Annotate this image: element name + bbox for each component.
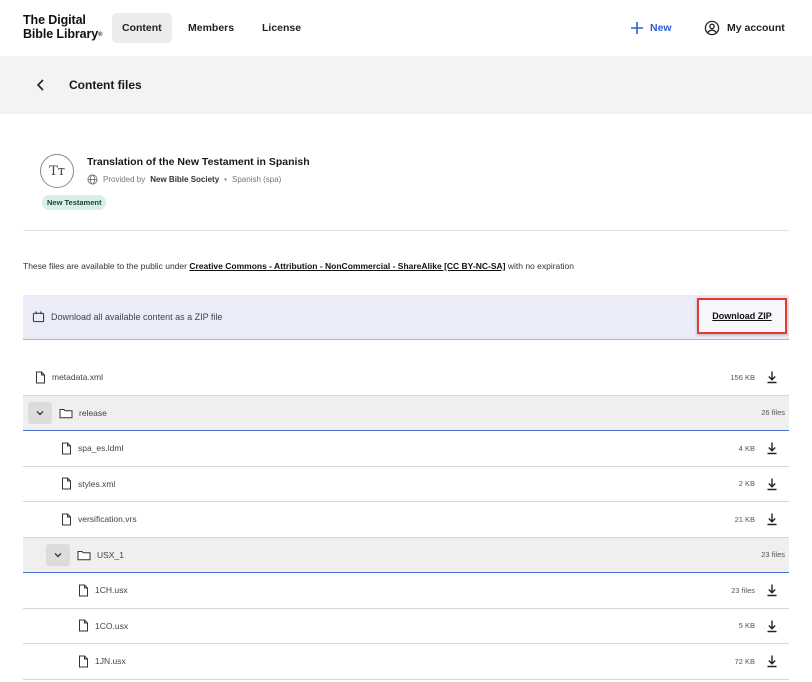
- file-row[interactable]: spa_es.ldml 4 KB: [23, 431, 789, 467]
- download-icon[interactable]: [765, 583, 779, 597]
- tab-content[interactable]: Content: [112, 13, 172, 43]
- file-size: 23 files: [731, 585, 755, 595]
- download-icon[interactable]: [765, 654, 779, 668]
- folder-name-group: USX_1: [77, 549, 124, 561]
- download-icon[interactable]: [765, 477, 779, 491]
- file-icon: [36, 371, 45, 384]
- folder-name: USX_1: [97, 549, 124, 560]
- file-name-group: metadata.xml: [35, 371, 103, 384]
- license-link[interactable]: Creative Commons - Attribution - NonComm…: [189, 261, 505, 271]
- publication-meta: Provided by New Bible Society • Spanish …: [87, 174, 281, 185]
- chevron-left-icon[interactable]: [33, 77, 49, 93]
- file-size: 21 KB: [734, 514, 755, 524]
- new-button[interactable]: New: [630, 18, 672, 38]
- file-row[interactable]: styles.xml 2 KB: [23, 467, 789, 502]
- folder-name-group: release: [59, 407, 107, 419]
- language-label: Spanish (spa): [231, 175, 282, 184]
- file-name[interactable]: 1CO.usx: [95, 621, 128, 631]
- license-notice: These files are available to the public …: [23, 261, 574, 271]
- chevron-down-icon: [36, 410, 44, 416]
- file-icon: [79, 584, 88, 597]
- download-icon[interactable]: [765, 370, 779, 384]
- meta-separator: •: [224, 175, 227, 184]
- file-size: 4 KB: [738, 443, 755, 453]
- file-icon: [62, 477, 71, 490]
- file-name-group: 1CO.usx: [78, 619, 128, 632]
- file-name[interactable]: 1JN.usx: [95, 656, 126, 666]
- file-row[interactable]: 1CO.usx 5 KB: [23, 609, 789, 644]
- top-nav: The Digital Bible Library® Content Membe…: [0, 0, 812, 56]
- plus-icon: [631, 22, 643, 34]
- file-name[interactable]: styles.xml: [78, 479, 115, 489]
- file-name-group: spa_es.ldml: [61, 442, 123, 455]
- provided-by-label: Provided by: [103, 175, 146, 184]
- file-name[interactable]: 1CH.usx: [95, 585, 128, 595]
- folder-toggle[interactable]: [46, 543, 70, 566]
- download-all-bar: Download all available content as a ZIP …: [23, 295, 789, 340]
- provider-name: New Bible Society: [150, 175, 220, 184]
- file-name[interactable]: versification.vrs: [78, 514, 137, 524]
- file-list: metadata.xml 156 KB release 26 files spa_es.…: [23, 360, 789, 680]
- tab-license[interactable]: License: [252, 13, 311, 43]
- file-name[interactable]: spa_es.ldml: [78, 443, 123, 453]
- file-name-group: 1CH.usx: [78, 584, 128, 597]
- file-name-group: 1JN.usx: [78, 655, 126, 668]
- file-size: 72 KB: [734, 656, 755, 666]
- file-size: 5 KB: [738, 621, 755, 631]
- file-icon: [79, 619, 88, 632]
- divider: [23, 230, 789, 231]
- file-row[interactable]: versification.vrs 21 KB: [23, 502, 789, 538]
- globe-icon: [87, 174, 98, 185]
- folder-icon: [59, 408, 73, 419]
- chevron-down-icon: [54, 552, 62, 558]
- file-size: 2 KB: [738, 479, 755, 489]
- license-prefix: These files are available to the public …: [23, 261, 187, 271]
- download-zip-button[interactable]: Download ZIP: [697, 298, 787, 334]
- file-row[interactable]: metadata.xml 156 KB: [23, 360, 789, 396]
- download-icon[interactable]: [765, 512, 779, 526]
- folder-name: release: [79, 407, 107, 418]
- file-icon: [79, 655, 88, 668]
- folder-count: 23 files: [761, 550, 785, 560]
- folder-toggle[interactable]: [28, 401, 52, 424]
- brand-logo[interactable]: The Digital Bible Library®: [23, 13, 103, 41]
- my-account-button[interactable]: My account: [704, 18, 785, 38]
- new-button-label: New: [650, 22, 672, 34]
- file-row[interactable]: 1JN.usx 72 KB: [23, 644, 789, 680]
- file-name-group: versification.vrs: [61, 513, 137, 526]
- file-name-group: styles.xml: [61, 477, 115, 490]
- folder-row[interactable]: USX_1 23 files: [23, 537, 789, 573]
- tab-members[interactable]: Members: [178, 13, 244, 43]
- file-icon: [62, 442, 71, 455]
- my-account-label: My account: [727, 22, 785, 34]
- file-name[interactable]: metadata.xml: [52, 372, 103, 382]
- file-row[interactable]: 1CH.usx 23 files: [23, 573, 789, 609]
- archive-icon: [32, 311, 45, 323]
- publication-title: Translation of the New Testament in Span…: [87, 156, 310, 168]
- page-title: Content files: [69, 78, 142, 92]
- folder-icon: [77, 550, 91, 561]
- download-all-info: Download all available content as a ZIP …: [32, 310, 222, 323]
- folder-count: 26 files: [761, 408, 785, 418]
- file-icon: [62, 513, 71, 526]
- download-all-text: Download all available content as a ZIP …: [51, 311, 223, 322]
- brand-line-2: Bible Library: [23, 27, 99, 41]
- license-suffix: with no expiration: [507, 261, 574, 271]
- download-icon[interactable]: [765, 619, 779, 633]
- folder-row[interactable]: release 26 files: [23, 395, 789, 431]
- download-icon[interactable]: [765, 441, 779, 455]
- user-circle-icon: [704, 20, 720, 36]
- publication-avatar: Tт: [40, 154, 74, 188]
- registered-mark: ®: [98, 32, 103, 38]
- file-size: 156 KB: [730, 372, 755, 382]
- page-header: Content files: [0, 56, 812, 114]
- brand-line-1: The Digital: [23, 13, 86, 27]
- scope-badge: New Testament: [42, 195, 107, 210]
